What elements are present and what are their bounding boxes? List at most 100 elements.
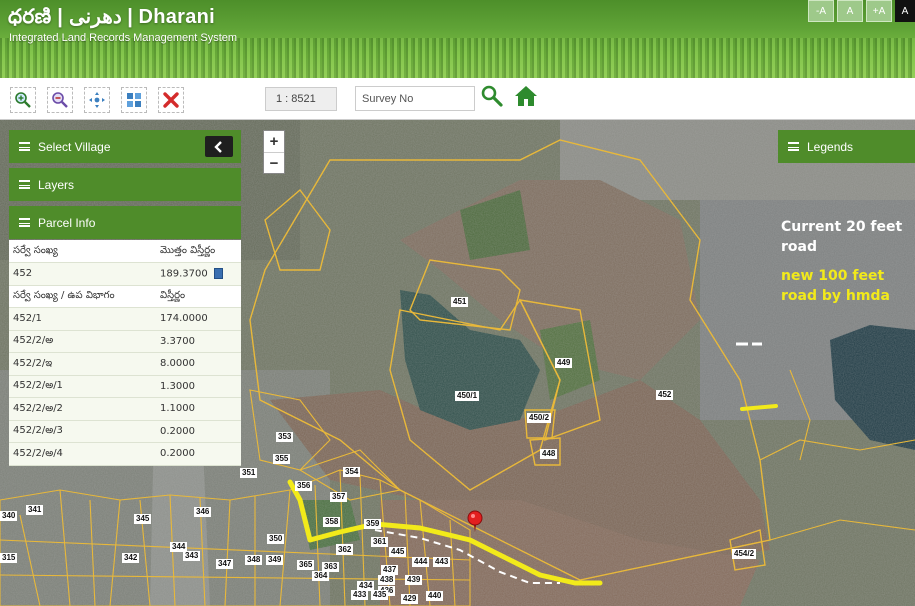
table-cell: 452/2/అ: [9, 330, 156, 353]
table-cell: 1.1000: [156, 397, 241, 421]
legends-label: Legends: [807, 139, 854, 154]
parcel-label: 345: [134, 514, 152, 524]
current-road-annotation: Current 20 feet road: [781, 219, 903, 255]
parcel-label: 348: [245, 555, 263, 565]
table-cell: 0.2000: [156, 442, 241, 466]
table-cell: 174.0000: [156, 307, 241, 331]
layers-panel-header[interactable]: Layers: [9, 168, 241, 201]
parcel-label: 364: [312, 571, 330, 581]
legends-panel-header[interactable]: Legends: [778, 130, 915, 163]
font-decrease-button[interactable]: -A: [808, 0, 834, 22]
zoom-out-button[interactable]: −: [264, 152, 284, 173]
pan-tool-icon: [89, 92, 105, 108]
table-row: 452/2/అ/3 0.2000: [9, 420, 241, 443]
high-contrast-button[interactable]: A: [895, 0, 915, 22]
new-road-annotation: new 100 feet road by hmda: [781, 268, 890, 304]
total-area-value: 189.3700: [160, 268, 208, 280]
table-cell: 452/1: [9, 307, 156, 331]
parcel-label: 443: [433, 557, 451, 567]
zoom-out-tool-button[interactable]: [47, 87, 73, 113]
parcel-label: 357: [330, 492, 348, 502]
zoom-out-tool-icon: [52, 92, 68, 108]
parcel-label: 356: [295, 481, 313, 491]
table-row: 452 189.3700: [9, 262, 241, 286]
parcel-label: 452: [656, 390, 674, 400]
table-row: 452/2/అ/2 1.1000: [9, 397, 241, 421]
parcel-label: 433: [351, 590, 369, 600]
parcel-label: 340: [0, 511, 18, 521]
table-cell: 452/2/ఇ: [9, 352, 156, 376]
zoom-in-tool-icon: [15, 92, 31, 108]
zoom-in-button[interactable]: +: [264, 131, 284, 152]
parcel-label: 444: [412, 557, 430, 567]
parcel-label: 449: [555, 358, 573, 368]
home-button[interactable]: [513, 84, 539, 108]
parcel-label: 445: [389, 547, 407, 557]
font-normal-button[interactable]: A: [837, 0, 863, 22]
table-header-cell: సర్వే సంఖ్య: [9, 240, 156, 263]
parcel-label: 350: [267, 534, 285, 544]
font-size-controls: -A A +A A: [805, 0, 915, 22]
table-cell: 8.0000: [156, 352, 241, 376]
parcel-label: 440: [426, 591, 444, 601]
parcel-label: 448: [540, 449, 558, 459]
legend-new-road-mark: [740, 404, 778, 411]
survey-number-search-input[interactable]: [355, 86, 475, 111]
parcel-label: 355: [273, 454, 291, 464]
clear-tool-button[interactable]: [158, 87, 184, 113]
parcel-label: 429: [401, 594, 419, 604]
parcel-info-label: Parcel Info: [38, 215, 96, 230]
parcel-info-table: సర్వే సంఖ్య మొత్తం విస్తీర్ణం 452 189.37…: [9, 240, 241, 466]
table-header-row: సర్వే సంఖ్య / ఉప విభాగం విస్తీర్ణం: [9, 285, 241, 308]
table-cell: 1.3000: [156, 375, 241, 398]
parcel-label: 451: [451, 297, 469, 307]
zoom-in-tool-button[interactable]: [10, 87, 36, 113]
full-extent-icon: [127, 93, 141, 107]
table-cell: 452: [9, 262, 156, 286]
table-cell: 3.3700: [156, 330, 241, 353]
parcel-label: 349: [266, 555, 284, 565]
clear-icon: [163, 92, 179, 108]
parcel-label: 437: [381, 565, 399, 575]
parcel-label: 343: [183, 551, 201, 561]
font-increase-button[interactable]: +A: [866, 0, 892, 22]
search-button[interactable]: [480, 84, 504, 108]
table-row: 452/2/అ 3.3700: [9, 330, 241, 353]
table-row: 452/2/అ/4 0.2000: [9, 442, 241, 466]
parcel-label: 450/1: [455, 391, 480, 401]
header-grass-decoration: [0, 38, 915, 78]
full-extent-tool-button[interactable]: [121, 87, 147, 113]
parcel-label: 346: [194, 507, 212, 517]
list-icon: [19, 142, 30, 151]
document-icon[interactable]: [213, 268, 223, 279]
table-row: 452/2/అ/1 1.3000: [9, 375, 241, 398]
parcel-label: 351: [240, 468, 258, 478]
map-scale-display: 1 : 8521: [265, 87, 337, 111]
table-cell: 452/2/అ/1: [9, 375, 156, 398]
parcel-label: 342: [122, 553, 140, 563]
parcel-label: 353: [276, 432, 294, 442]
list-icon: [19, 180, 30, 189]
table-cell: 189.3700: [156, 262, 241, 286]
collapse-panel-button[interactable]: [205, 136, 233, 157]
parcel-label: 362: [336, 545, 354, 555]
table-row: 452/2/ఇ 8.0000: [9, 352, 241, 376]
table-row: 452/1 174.0000: [9, 307, 241, 331]
pan-tool-button[interactable]: [84, 87, 110, 113]
parcel-label: 450/2: [527, 413, 552, 423]
chevron-left-icon: [214, 140, 222, 153]
parcel-label: 347: [216, 559, 234, 569]
location-pin-icon[interactable]: [466, 510, 484, 532]
table-header-cell: విస్తీర్ణం: [156, 285, 241, 308]
parcel-label: 358: [323, 517, 341, 527]
select-village-panel-header[interactable]: Select Village: [9, 130, 241, 163]
parcel-info-panel-header[interactable]: Parcel Info: [9, 206, 241, 239]
list-icon: [19, 218, 30, 227]
map-zoom-control: + −: [263, 130, 285, 174]
list-icon: [788, 142, 799, 151]
parcel-label: 359: [364, 519, 382, 529]
parcel-label: 439: [405, 575, 423, 585]
table-cell: 452/2/అ/2: [9, 397, 156, 421]
parcel-label: 341: [26, 505, 44, 515]
parcel-label: 354: [343, 467, 361, 477]
